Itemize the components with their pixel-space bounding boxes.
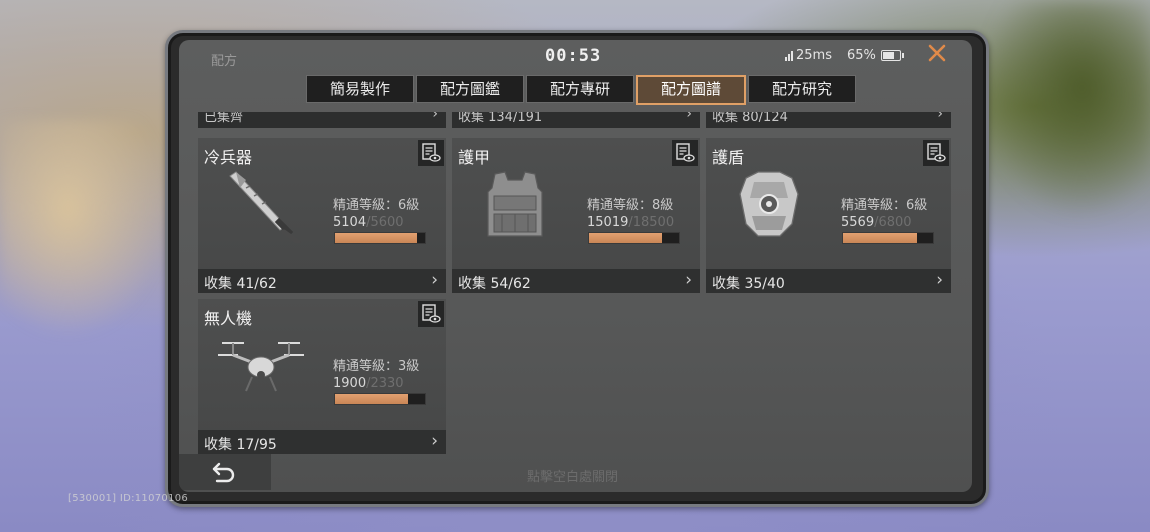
mastery-progress-text: 15019/18500 [587, 215, 674, 230]
mastery-max: /18500 [628, 215, 675, 230]
mastery-level: 精通等級：6級 [841, 198, 928, 213]
mastery-progress-fill [843, 233, 917, 243]
battery-status: 65% [847, 48, 904, 63]
collect-text: 收集 54/62 [458, 276, 531, 292]
document-eye-icon [676, 143, 695, 162]
collect-row-previous[interactable]: 已集齊 › [198, 112, 446, 128]
collect-row[interactable]: 收集 17/95 › [198, 430, 446, 454]
category-card-drone[interactable]: 無人機 精通等級：3級 1900/2330 收集 17/95 › [198, 299, 446, 454]
view-details-button[interactable] [923, 140, 949, 166]
collect-text: 收集 80/124 [712, 112, 788, 125]
background-blur-left [0, 120, 170, 340]
chevron-right-icon: › [432, 112, 438, 122]
mastery-max: /6800 [874, 215, 912, 230]
tab-recipe-specialize[interactable]: 配方專研 [526, 75, 634, 103]
recipe-panel: 配方 00:53 25ms 65% 簡易製作 配方圖鑑 配方專研 配方圖譜 配方… [179, 40, 972, 492]
mastery-progress-fill [589, 233, 663, 243]
network-status: 25ms [785, 48, 832, 63]
collect-text: 已集齊 [204, 112, 244, 125]
collect-text: 收集 134/191 [458, 112, 543, 125]
chevron-right-icon: › [431, 431, 438, 451]
tab-recipe-research[interactable]: 配方研究 [748, 75, 856, 103]
mastery-current: 5569 [841, 215, 875, 230]
mastery-progress-fill [335, 233, 417, 243]
view-details-button[interactable] [418, 301, 444, 327]
mastery-progress-fill [335, 394, 409, 404]
mastery-max: /5600 [366, 215, 404, 230]
panel-title: 配方 [211, 54, 238, 69]
collect-row-previous[interactable]: 收集 134/191 › [452, 112, 700, 128]
mastery-progress-bar [842, 232, 934, 244]
mastery-progress-bar [588, 232, 680, 244]
drone-icon [218, 342, 304, 392]
chevron-right-icon: › [936, 270, 943, 290]
blade-icon [229, 171, 301, 243]
category-card-armor[interactable]: 護甲 精通等級：8級 15019/18500 收集 54/62 › [452, 138, 700, 293]
card-title: 護盾 [712, 148, 745, 167]
mastery-current: 5104 [333, 215, 367, 230]
close-hint: 點擊空白處關閉 [527, 470, 619, 485]
view-details-button[interactable] [418, 140, 444, 166]
chevron-right-icon: › [431, 270, 438, 290]
mastery-max: /2330 [366, 376, 404, 391]
tab-simple-craft[interactable]: 簡易製作 [306, 75, 414, 103]
mastery-level: 精通等級：8級 [587, 198, 674, 213]
ping-text: 25ms [796, 48, 832, 63]
close-icon [928, 44, 946, 62]
back-arrow-icon [212, 462, 235, 483]
mastery-progress-text: 5104/5600 [333, 215, 404, 230]
document-eye-icon [927, 143, 946, 162]
collect-row[interactable]: 收集 35/40 › [706, 269, 951, 293]
chevron-right-icon: › [937, 112, 943, 122]
mastery-progress-bar [334, 232, 426, 244]
battery-text: 65% [847, 48, 876, 63]
signal-bars-icon [785, 50, 793, 61]
mastery-level: 精通等級：3級 [333, 359, 420, 374]
close-button[interactable] [925, 42, 949, 66]
tab-bar: 簡易製作 配方圖鑑 配方專研 配方圖譜 配方研究 [306, 75, 856, 105]
mastery-progress-text: 1900/2330 [333, 376, 404, 391]
mastery-current: 1900 [333, 376, 367, 391]
armor-vest-icon [487, 171, 543, 237]
collect-row[interactable]: 收集 41/62 › [198, 269, 446, 293]
category-card-shield[interactable]: 護盾 精通等級：6級 5569/6800 收集 35/40 › [706, 138, 951, 293]
collect-text: 收集 35/40 [712, 276, 785, 292]
collect-row[interactable]: 收集 54/62 › [452, 269, 700, 293]
tab-recipe-atlas[interactable]: 配方圖譜 [636, 75, 746, 105]
chevron-right-icon: › [685, 270, 692, 290]
card-title: 冷兵器 [204, 148, 253, 167]
collect-text: 收集 17/95 [204, 437, 277, 453]
chevron-right-icon: › [686, 112, 692, 122]
collect-row-previous[interactable]: 收集 80/124 › [706, 112, 951, 128]
view-details-button[interactable] [672, 140, 698, 166]
back-button[interactable] [179, 454, 271, 490]
tab-recipe-catalog[interactable]: 配方圖鑑 [416, 75, 524, 103]
debug-info: [530001] ID:11070106 [68, 493, 189, 504]
category-card-melee[interactable]: 冷兵器 精通等級：6級 5104/5600 收集 41/62 › [198, 138, 446, 293]
document-eye-icon [422, 143, 441, 162]
mastery-current: 15019 [587, 215, 629, 230]
collect-text: 收集 41/62 [204, 276, 277, 292]
clock: 00:53 [545, 46, 602, 66]
mastery-progress-bar [334, 393, 426, 405]
battery-icon [880, 50, 904, 61]
mastery-level: 精通等級：6級 [333, 198, 420, 213]
background-blur-right [980, 0, 1150, 220]
card-title: 無人機 [204, 309, 253, 328]
document-eye-icon [422, 304, 441, 323]
card-title: 護甲 [458, 148, 491, 167]
mastery-progress-text: 5569/6800 [841, 215, 912, 230]
shield-armor-icon [739, 171, 799, 237]
